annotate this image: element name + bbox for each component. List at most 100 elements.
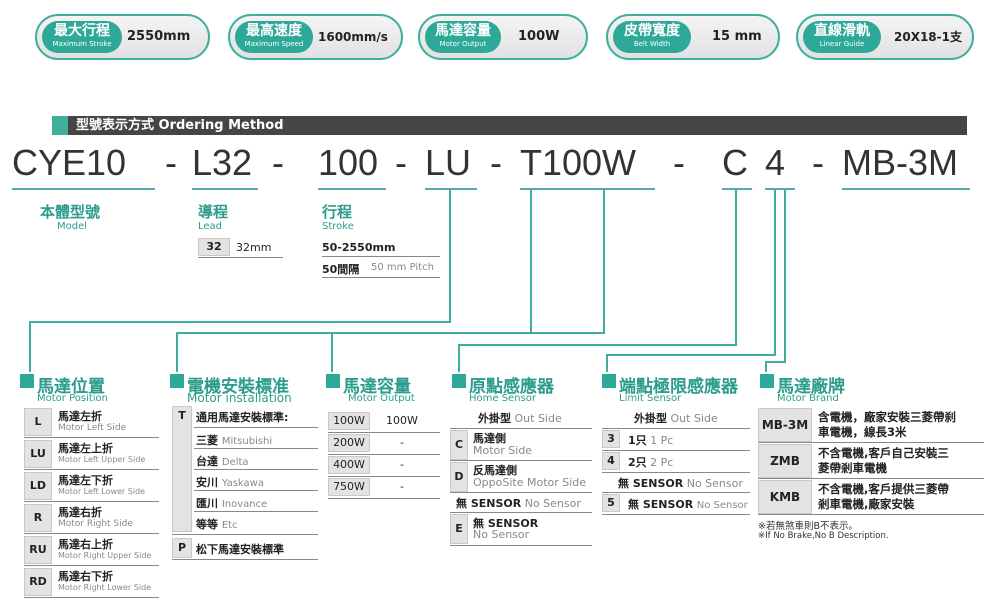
limit-row-en: 1 Pc xyxy=(650,434,674,447)
row-line xyxy=(450,545,592,546)
row-cn: 馬達左下折 xyxy=(58,474,113,487)
install-brand-cn: 等等 xyxy=(196,518,218,531)
install-p-key: P xyxy=(172,538,192,558)
row-en: Motor Right Lower Side xyxy=(58,583,152,592)
list-item: RU 馬達右上折 Motor Right Upper Side xyxy=(24,534,159,566)
limit-key: 4 xyxy=(602,452,620,470)
header-square xyxy=(602,374,616,388)
output-key: 100W xyxy=(328,412,370,430)
lead-row-line xyxy=(198,257,283,258)
home-e-key: E xyxy=(450,514,468,544)
row-line xyxy=(602,492,750,493)
output-value: - xyxy=(400,458,404,471)
install-brand-cn: 安川 xyxy=(196,476,218,489)
row-line xyxy=(758,478,984,479)
install-row: 安川 Yaskawa xyxy=(196,474,264,490)
row-line xyxy=(602,472,750,473)
home-head-cn: 外掛型 xyxy=(478,412,511,425)
brand-note-en: ※If No Brake,No B Description. xyxy=(758,531,889,541)
row-line xyxy=(194,448,318,449)
home-none: 無 SENSOR No Sensor xyxy=(456,495,581,511)
install-row: 等等 Etc xyxy=(196,516,238,532)
stroke-label: 行程 xyxy=(322,203,353,221)
header-en: Motor Brand xyxy=(777,393,839,404)
row-cn: 馬達右折 xyxy=(58,506,102,519)
output-key: 400W xyxy=(328,456,370,474)
install-brand-cn: 三菱 xyxy=(196,434,218,447)
home-none-en: No Sensor xyxy=(524,497,581,510)
header-en: Motor Position xyxy=(37,393,109,404)
brand-text: 不含電機,客戶自己安裝三 xyxy=(818,446,949,460)
brand-text: 菱帶剎車電機 xyxy=(818,461,887,475)
limit-row: 1只 1 Pc xyxy=(628,432,673,448)
list-item: L 馬達左折 Motor Left Side xyxy=(24,406,159,438)
limit-row: 2只 2 Pc xyxy=(628,454,673,470)
list-item: R 馬達右折 Motor Right Side xyxy=(24,502,159,534)
stroke-label-en: Stroke xyxy=(322,221,354,232)
limit-five-cn: 無 SENSOR xyxy=(628,498,694,511)
brand-key: ZMB xyxy=(758,444,812,478)
row-key: R xyxy=(24,504,52,532)
stroke-pitch-en: 50 mm Pitch xyxy=(371,262,434,273)
install-brand-cn: 匯川 xyxy=(196,497,218,510)
install-brand-cn: 台達 xyxy=(196,455,218,468)
brand-key: KMB xyxy=(758,480,812,514)
row-line xyxy=(450,512,592,513)
stroke-row-line xyxy=(322,256,440,257)
limit-none-cn: 無 SENSOR xyxy=(618,477,684,490)
output-value: 100W xyxy=(386,414,418,427)
row-line xyxy=(172,534,318,535)
header-square xyxy=(326,374,340,388)
install-t-key: T xyxy=(172,406,192,532)
row-cn: 馬達右上折 xyxy=(58,538,113,551)
brand-text: 剎車電機,廠家安裝 xyxy=(818,497,915,511)
stroke-range: 50-2550mm xyxy=(322,241,396,254)
model-label: 本體型號 xyxy=(40,203,101,221)
install-row: 三菱 Mitsubishi xyxy=(196,432,272,448)
stroke-pitch: 50間隔 xyxy=(322,263,360,276)
row-line xyxy=(328,432,440,433)
header-square xyxy=(760,374,774,388)
output-key: 200W xyxy=(328,434,370,452)
home-c-en: Motor Side xyxy=(473,444,533,457)
lead-label-en: Lead xyxy=(198,221,223,232)
row-line xyxy=(758,514,984,515)
row-line xyxy=(602,428,750,429)
row-cn: 馬達左折 xyxy=(58,410,102,423)
install-p-text: 松下馬達安裝標準 xyxy=(196,543,284,556)
stroke-row-line xyxy=(322,277,440,278)
home-d-key: D xyxy=(450,462,468,492)
row-line xyxy=(194,511,318,512)
limit-none-en: No Sensor xyxy=(686,477,743,490)
header-square xyxy=(452,374,466,388)
row-line xyxy=(450,428,592,429)
install-brand-en: Etc xyxy=(221,520,238,531)
output-value: - xyxy=(400,436,404,449)
row-line xyxy=(758,442,984,443)
list-item: RD 馬達右下折 Motor Right Lower Side xyxy=(24,566,159,598)
row-en: Motor Left Upper Side xyxy=(58,455,146,464)
home-head-en: Out Side xyxy=(514,412,562,425)
limit-row-cn: 1只 xyxy=(628,434,647,447)
row-line xyxy=(602,514,750,515)
lead-value: 32mm xyxy=(236,241,272,254)
limit-five-key: 5 xyxy=(602,494,620,512)
row-line xyxy=(24,597,159,598)
row-line xyxy=(194,469,318,470)
row-line xyxy=(194,490,318,491)
brand-text: 不含電機,客戶提供三菱帶 xyxy=(818,482,949,496)
home-d-en: OppoSite Motor Side xyxy=(473,476,587,489)
limit-key: 3 xyxy=(602,430,620,448)
install-row: 匯川 Inovance xyxy=(196,495,267,511)
brand-note: ※若無煞車則B不表示。 xyxy=(758,521,858,532)
brand-key: MB-3M xyxy=(758,408,812,442)
limit-row-cn: 2只 xyxy=(628,456,647,469)
limit-head: 外掛型 Out Side xyxy=(634,410,718,426)
row-cn: 馬達右下折 xyxy=(58,570,113,583)
brand-text: 車電機，線長3米 xyxy=(818,425,907,439)
brand-text: 含電機，廠家安裝三菱帶刹 xyxy=(818,410,956,424)
install-row: 通用馬達安裝標準: xyxy=(196,411,289,424)
row-en: Motor Right Side xyxy=(58,519,133,529)
row-en: Motor Right Upper Side xyxy=(58,551,152,560)
header-en: Limit Sensor xyxy=(619,393,682,404)
